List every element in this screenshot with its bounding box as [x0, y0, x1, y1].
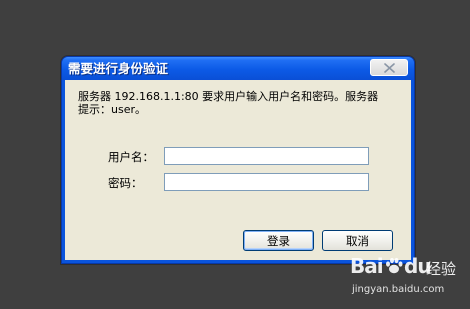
paw-icon	[386, 257, 403, 274]
login-button[interactable]: 登录	[243, 230, 314, 251]
watermark-logo-text: Bai	[350, 254, 384, 278]
username-label: 用户名：	[108, 150, 154, 164]
dialog-message: 服务器 192.168.1.1:80 要求用户输入用户名和密码。服务器提示：us…	[78, 90, 379, 116]
auth-dialog: 需要进行身份验证 服务器 192.168.1.1:80 要求用户输入用户名和密码…	[61, 56, 415, 264]
baidu-jingyan-watermark: Bai du 经验 jingyan.baidu.com	[350, 254, 465, 302]
dialog-titlebar[interactable]: 需要进行身份验证	[62, 57, 414, 80]
close-icon	[383, 62, 395, 73]
username-input[interactable]	[164, 147, 369, 165]
dialog-body: 服务器 192.168.1.1:80 要求用户输入用户名和密码。服务器提示：us…	[65, 80, 411, 260]
watermark-logo: Bai	[350, 254, 384, 278]
close-button[interactable]	[370, 59, 408, 76]
dialog-title: 需要进行身份验证	[68, 61, 169, 76]
cancel-button[interactable]: 取消	[322, 230, 393, 251]
password-input[interactable]	[164, 173, 369, 191]
watermark-brand: 经验	[426, 260, 457, 278]
password-label: 密码：	[108, 176, 143, 190]
watermark-url: jingyan.baidu.com	[352, 284, 445, 295]
